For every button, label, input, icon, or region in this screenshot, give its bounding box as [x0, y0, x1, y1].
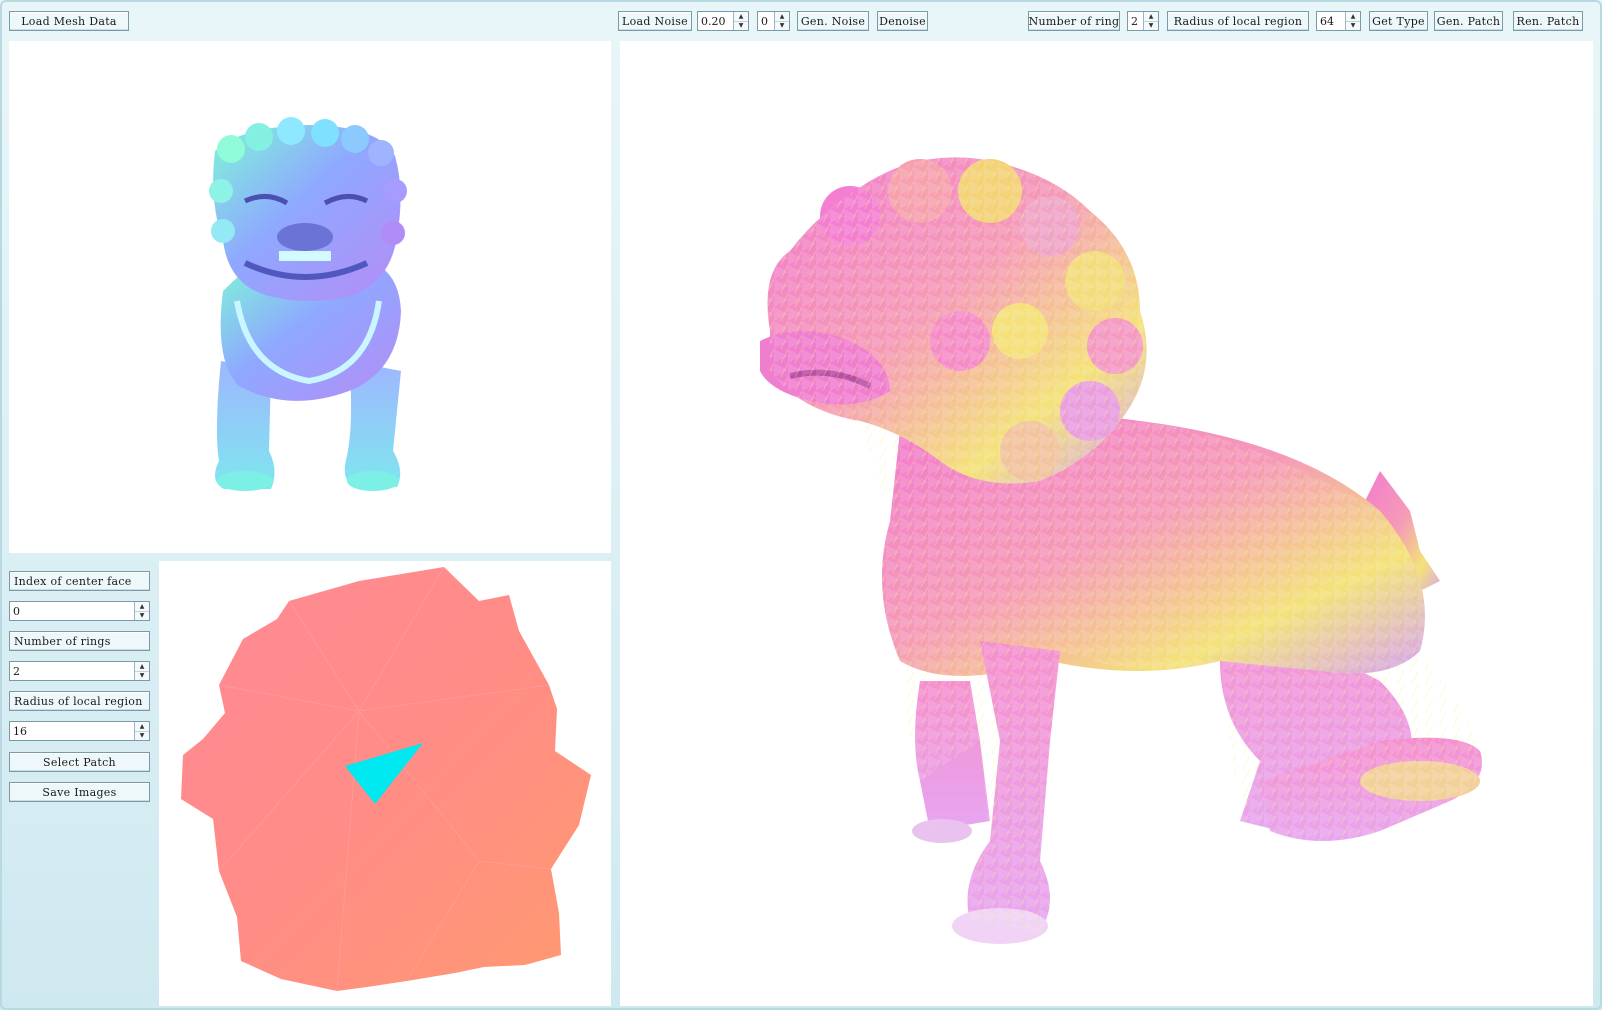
rings-value: 2: [13, 665, 20, 678]
get-type-button[interactable]: Get Type: [1369, 11, 1428, 31]
patch-viewport[interactable]: [159, 561, 611, 1006]
load-noise-button[interactable]: Load Noise: [618, 11, 692, 31]
number-of-rings-label: Number of rings: [9, 631, 150, 651]
number-of-ring-spinbox[interactable]: 2 ▲ ▼: [1127, 11, 1159, 31]
radius-of-local-region-label: Radius of local region: [1167, 11, 1309, 31]
mesh-patch-icon: [181, 566, 591, 992]
center-face-value: 0: [13, 605, 20, 618]
gen-noise-button[interactable]: Gen. Noise: [797, 11, 869, 31]
noisy-mesh-viewport[interactable]: [620, 41, 1593, 1006]
noise-level-value: 0.20: [701, 15, 726, 28]
radius-spinbox[interactable]: 64 ▲ ▼: [1316, 11, 1361, 31]
noise-type-value: 0: [761, 15, 768, 28]
select-patch-button[interactable]: Select Patch: [9, 752, 150, 772]
up-arrow-icon[interactable]: ▲: [1346, 12, 1360, 21]
side-radius-value: 16: [13, 725, 27, 738]
down-arrow-icon[interactable]: ▼: [734, 21, 748, 30]
up-arrow-icon[interactable]: ▲: [135, 602, 149, 611]
radius-value: 64: [1320, 15, 1334, 28]
noise-type-spinbox[interactable]: 0 ▲ ▼: [757, 11, 790, 31]
up-arrow-icon[interactable]: ▲: [1144, 12, 1158, 21]
down-arrow-icon[interactable]: ▼: [1144, 21, 1158, 30]
side-radius-spinbox[interactable]: 16 ▲ ▼: [9, 721, 150, 741]
gen-patch-button[interactable]: Gen. Patch: [1434, 11, 1503, 31]
load-mesh-button[interactable]: Load Mesh Data: [9, 11, 129, 31]
ren-patch-button[interactable]: Ren. Patch: [1513, 11, 1583, 31]
up-arrow-icon[interactable]: ▲: [135, 662, 149, 671]
original-mesh-viewport[interactable]: [9, 41, 611, 553]
noise-level-spinbox[interactable]: 0.20 ▲ ▼: [697, 11, 749, 31]
center-face-spinbox[interactable]: 0 ▲ ▼: [9, 601, 150, 621]
down-arrow-icon[interactable]: ▼: [135, 731, 149, 740]
down-arrow-icon[interactable]: ▼: [135, 611, 149, 620]
radius-of-local-region-side-label: Radius of local region: [9, 691, 150, 711]
number-of-ring-value: 2: [1131, 15, 1138, 28]
down-arrow-icon[interactable]: ▼: [1346, 21, 1360, 30]
down-arrow-icon[interactable]: ▼: [775, 21, 789, 30]
denoise-button[interactable]: Denoise: [877, 11, 928, 31]
index-of-center-face-label: Index of center face: [9, 571, 150, 591]
rings-spinbox[interactable]: 2 ▲ ▼: [9, 661, 150, 681]
up-arrow-icon[interactable]: ▲: [734, 12, 748, 21]
lion-statue-side-icon: [760, 157, 1482, 944]
down-arrow-icon[interactable]: ▼: [135, 671, 149, 680]
save-images-button[interactable]: Save Images: [9, 782, 150, 802]
lion-statue-front-icon: [209, 117, 407, 491]
up-arrow-icon[interactable]: ▲: [135, 722, 149, 731]
up-arrow-icon[interactable]: ▲: [775, 12, 789, 21]
number-of-ring-label: Number of ring: [1028, 11, 1120, 31]
